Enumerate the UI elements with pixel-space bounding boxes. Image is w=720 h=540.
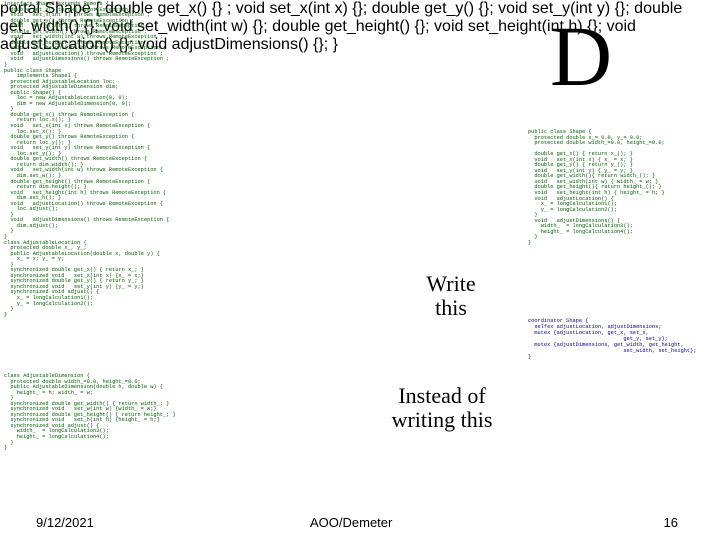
label-write-this: Writethis <box>406 272 496 320</box>
code-right-top: public class Shape { protected double x_… <box>528 130 718 246</box>
code-left-top: interface ShapeI extends Remote { double… <box>4 2 334 318</box>
footer-center: AOO/Demeter <box>310 515 392 530</box>
big-d-letter: D <box>550 6 612 106</box>
code-left-bottom: class AdjustableDimension { protected do… <box>4 374 334 452</box>
footer-date: 9/12/2021 <box>36 515 94 530</box>
label-instead-of: Instead ofwriting this <box>362 384 522 432</box>
footer-page: 16 <box>664 515 678 530</box>
code-coordinator: coordinator Shape { selfex adjustLocatio… <box>528 318 696 360</box>
